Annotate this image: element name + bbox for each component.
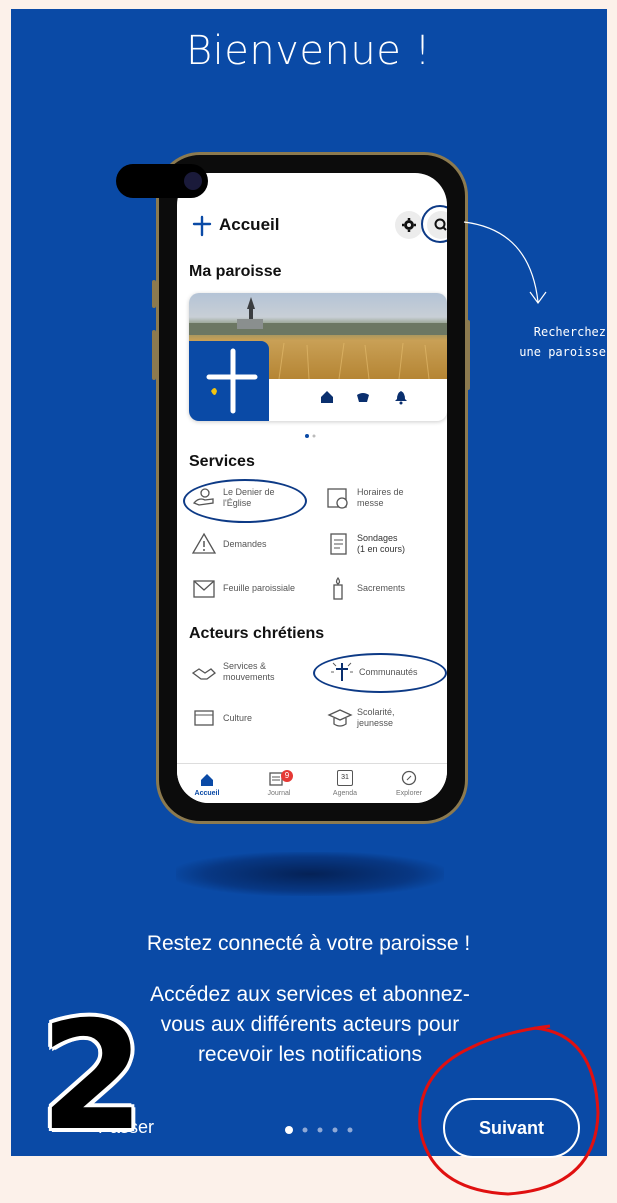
tab-label: Journal (267, 790, 291, 797)
card-pager (305, 434, 316, 438)
service-label-line: Horaires de (357, 487, 404, 497)
home-icon (201, 774, 213, 786)
section-my-parish: Ma paroisse (189, 263, 282, 280)
cross-logo-icon (192, 215, 212, 237)
service-label-line: Feuille paroissiale (223, 583, 296, 593)
page-dot-active (285, 1126, 293, 1134)
actor-label[interactable]: Services & mouvements (223, 661, 275, 683)
parish-logo (189, 341, 269, 421)
annotation-line: Recherchez (533, 325, 606, 339)
service-label-line: messe (357, 498, 384, 508)
phone-shadow (176, 852, 444, 896)
service-label-line: Sacrements (357, 583, 406, 593)
page-dot (302, 1127, 308, 1133)
parish-card[interactable] (189, 293, 447, 421)
welcome-title: Bienvenue ! (185, 28, 432, 74)
survey-clipboard-icon (330, 533, 347, 555)
service-label[interactable]: Sondages (1 en cours) (357, 533, 405, 555)
tab-label: Agenda (332, 790, 358, 797)
actor-label[interactable]: Culture (223, 713, 252, 724)
tab-bar: Accueil 9 Journal 31 Agenda Explorer (177, 763, 447, 803)
page-dot (347, 1127, 353, 1133)
handshake-icon (191, 668, 216, 680)
section-services: Services (189, 453, 255, 470)
phone-screen: Accueil Ma paroisse M (177, 173, 447, 803)
tab-label: Accueil (194, 790, 220, 797)
candle-icon (333, 576, 343, 600)
calendar-icon: 31 (337, 770, 353, 786)
actor-label-line: Scolarité, (357, 707, 395, 717)
bell-icon[interactable] (393, 389, 409, 405)
service-label[interactable]: Feuille paroissiale (223, 583, 295, 594)
actor-label[interactable]: Scolarité, jeunesse (357, 707, 395, 729)
calendar-clock-icon (327, 488, 348, 509)
settings-gear-icon[interactable] (395, 211, 423, 239)
annotation-line: une paroisse (519, 345, 606, 359)
tab-label: Explorer (395, 790, 423, 797)
communities-highlight-ring (313, 653, 447, 693)
page-dot (317, 1127, 323, 1133)
section-christian-actors: Acteurs chrétiens (189, 625, 325, 642)
compass-icon (401, 770, 417, 786)
actor-label-line: mouvements (223, 672, 275, 682)
books-icon (194, 710, 214, 726)
onboarding-subtitle: Restez connecté à votre paroisse ! (146, 932, 471, 955)
service-label[interactable]: Demandes (223, 539, 267, 550)
annotation-arrow (463, 221, 547, 305)
screen-title: Accueil (219, 215, 280, 234)
service-label-line: Sondages (357, 533, 398, 543)
phone-mockup: Accueil Ma paroisse M (156, 152, 468, 824)
search-annotation: Recherchez une paroisse (470, 322, 606, 362)
description-line: Accédez aux services et abonnez- (150, 983, 470, 1006)
notification-badge: 9 (281, 770, 293, 782)
step-number: 2 (40, 990, 145, 1164)
newsletter-envelope-icon (193, 580, 215, 598)
description-line: recevoir les notifications (197, 1043, 423, 1066)
donation-icon[interactable] (355, 389, 371, 405)
red-highlight-circle (418, 1024, 600, 1196)
page-dot (332, 1127, 338, 1133)
camera-dot (184, 172, 202, 190)
service-label-line: Demandes (223, 539, 267, 549)
service-label[interactable]: Horaires de messe (357, 487, 404, 509)
home-icon[interactable] (319, 389, 335, 405)
actor-label-line: Culture (223, 713, 253, 723)
actor-label-line: Services & (223, 661, 267, 671)
actor-label-line: jeunesse (357, 718, 394, 728)
graduation-cap-icon (327, 709, 353, 727)
search-highlight-ring (421, 205, 447, 243)
service-label-line: (1 en cours) (357, 544, 406, 554)
warning-triangle-icon (191, 532, 217, 554)
service-label[interactable]: Sacrements (357, 583, 405, 594)
denier-highlight-ring (183, 479, 307, 523)
page-indicator (285, 1126, 353, 1134)
